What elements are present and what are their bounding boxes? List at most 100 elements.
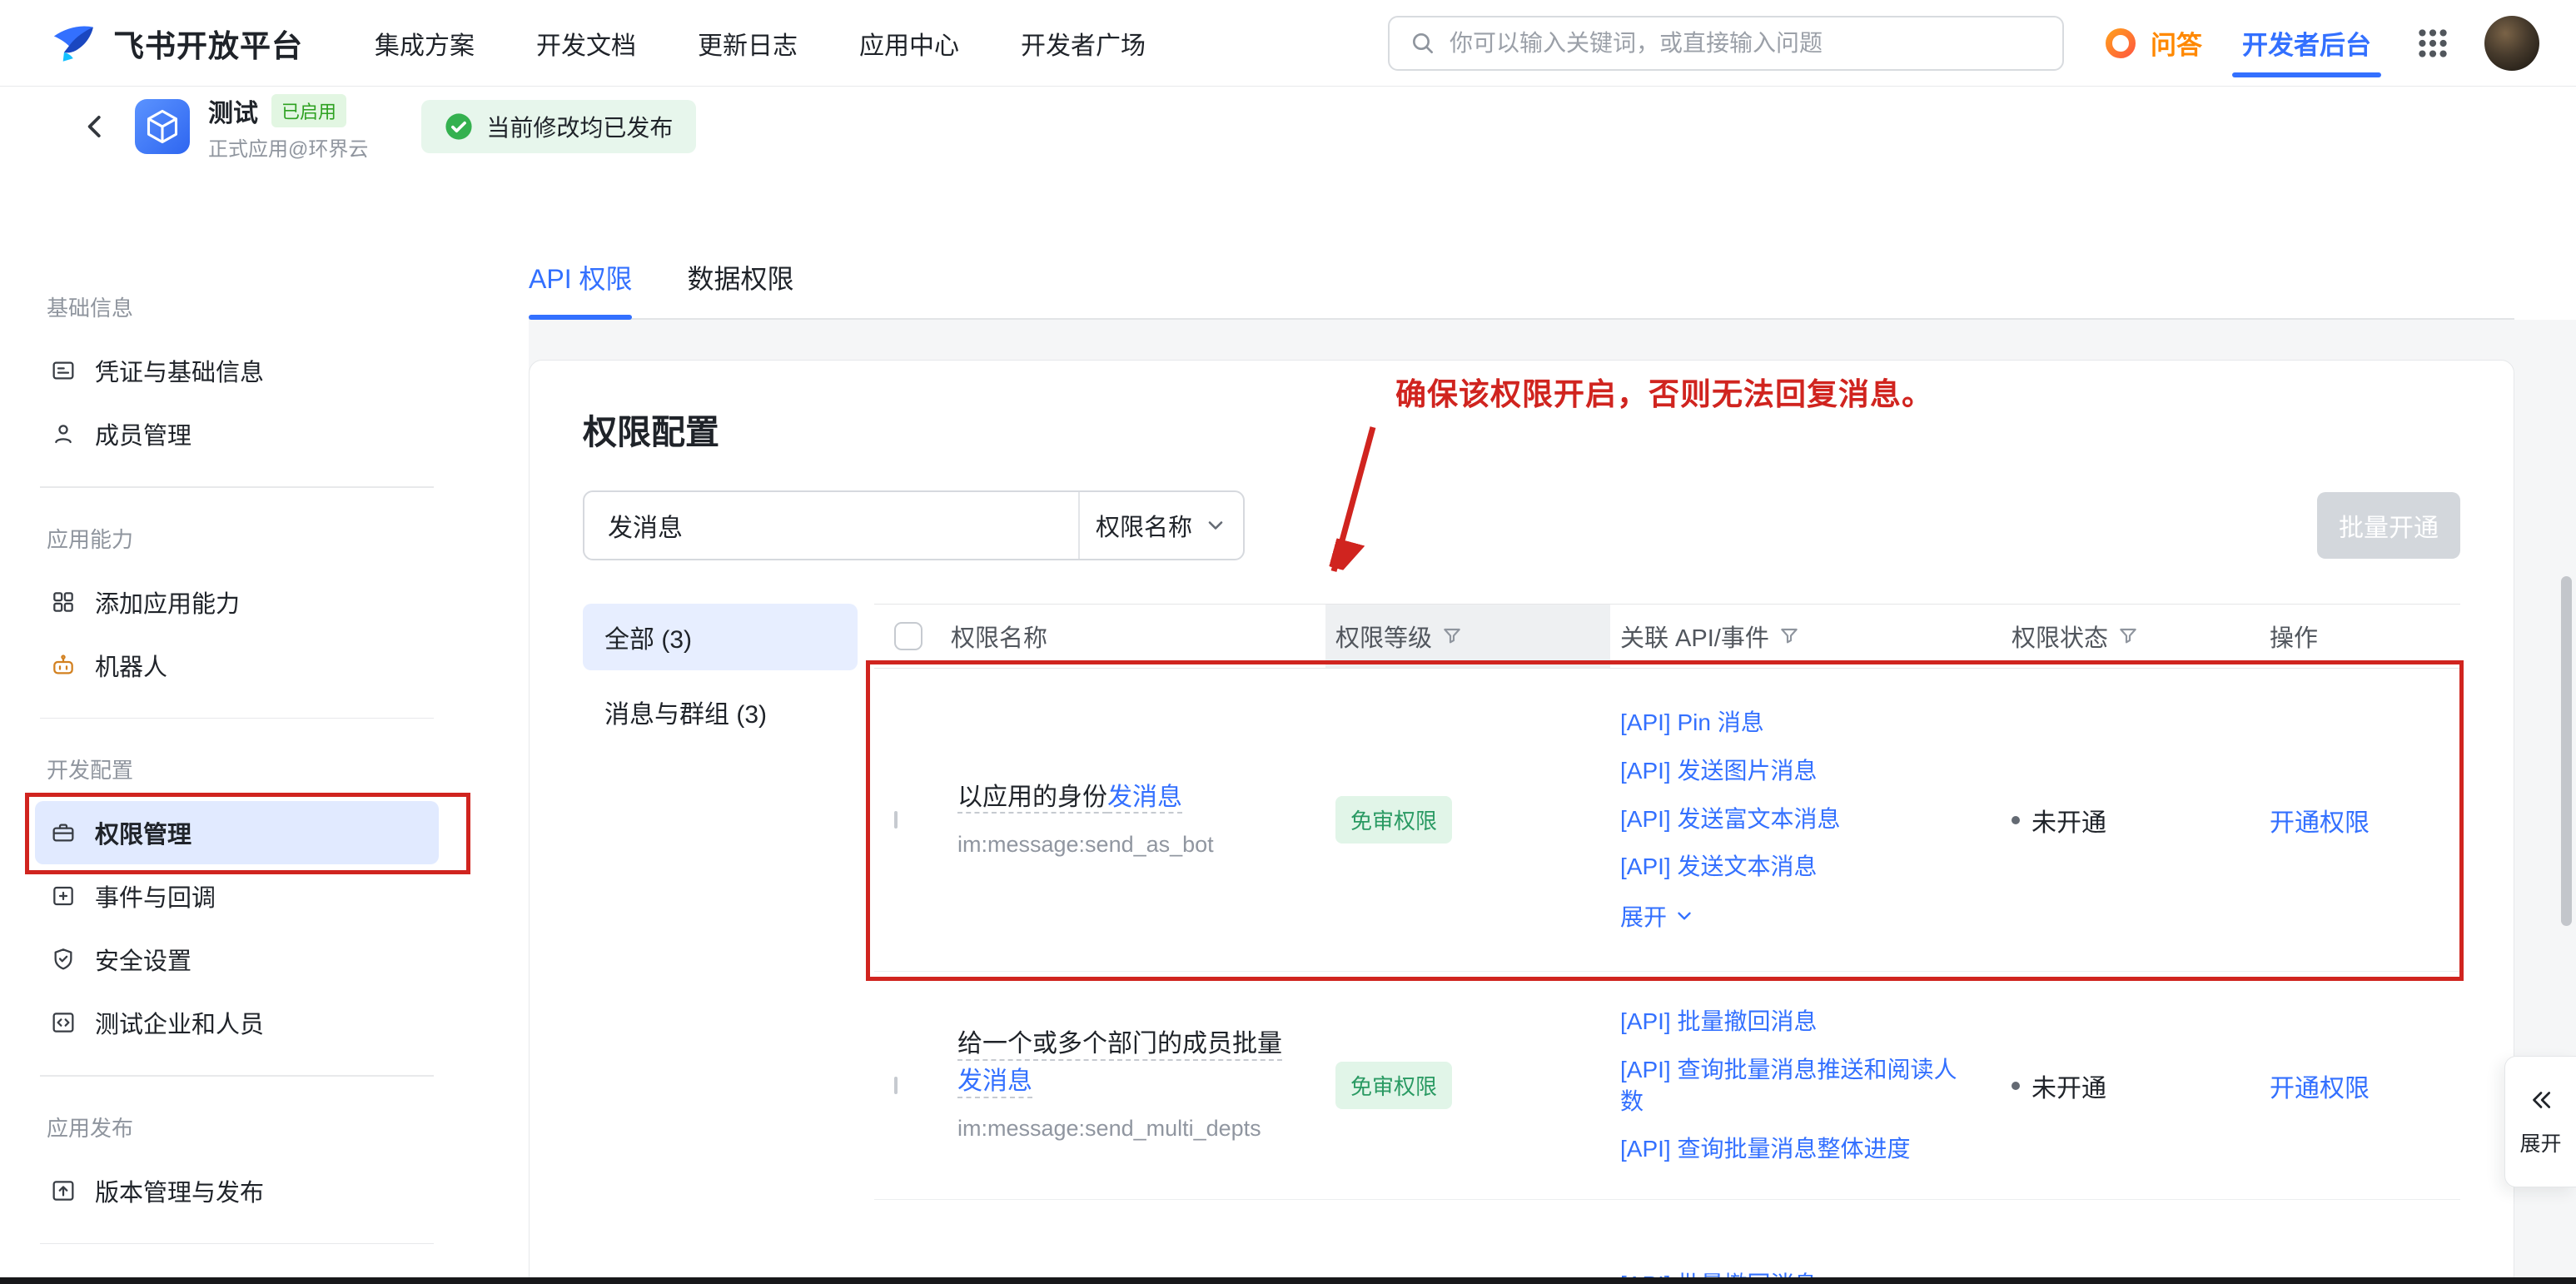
open-permission-link[interactable]: 开通权限: [2258, 809, 2370, 837]
api-link[interactable]: [API] 查询批量消息整体进度: [1620, 1133, 1975, 1165]
qa-label: 问答: [2151, 24, 2202, 62]
qa-icon: [2102, 25, 2139, 62]
square-plus-icon: [50, 883, 77, 909]
user-avatar[interactable]: [2484, 16, 2539, 71]
nav-item-docs[interactable]: 开发文档: [536, 25, 636, 62]
api-link[interactable]: [API] 发送图片消息: [1620, 755, 1975, 787]
filter-icon[interactable]: [1779, 626, 1799, 646]
select-all-checkbox[interactable]: [894, 622, 922, 650]
nav-item-devplaza[interactable]: 开发者广场: [1021, 25, 1146, 62]
sidebar-item-events[interactable]: 事件与回调: [35, 864, 439, 928]
status-cell: 未开通: [2000, 1068, 2258, 1104]
shield-check-icon: [50, 946, 77, 973]
publish-status-pill: 当前修改均已发布: [421, 100, 696, 153]
level-badge: 免审权限: [1335, 796, 1452, 844]
annotation-rect-sidebar: [25, 793, 470, 874]
tab-api-permissions[interactable]: API 权限: [529, 258, 632, 318]
permission-code: im:message:send_as_bot: [957, 828, 1300, 862]
user-icon: [50, 421, 77, 447]
nav-item-appcenter[interactable]: 应用中心: [859, 25, 959, 62]
back-button[interactable]: [77, 108, 113, 145]
qa-link[interactable]: 问答: [2102, 24, 2202, 62]
nav-item-dev-console[interactable]: 开发者后台: [2242, 24, 2371, 62]
app-icon: [135, 99, 190, 154]
sidebar-item-members[interactable]: 成员管理: [35, 402, 439, 465]
annotation-text: 确保该权限开启，否则无法回复消息。: [1395, 369, 1933, 414]
search-field-select[interactable]: 权限名称: [1078, 492, 1243, 559]
category-all[interactable]: 全部 (3): [583, 604, 858, 670]
filter-icon[interactable]: [2118, 626, 2138, 646]
search-icon: [1410, 30, 1436, 57]
top-navbar: 飞书开放平台 集成方案 开发文档 更新日志 应用中心 开发者广场 问答 开发者后…: [0, 0, 2576, 87]
batch-open-button[interactable]: 批量开通: [2317, 492, 2460, 559]
chevron-down-icon: [1204, 514, 1227, 537]
sidebar-item-bot[interactable]: 机器人: [35, 634, 439, 697]
expand-api-list[interactable]: 展开: [1620, 899, 1975, 933]
row-checkbox[interactable]: [894, 811, 898, 829]
robot-icon: [50, 652, 77, 679]
sidebar-item-version-release[interactable]: 版本管理与发布: [35, 1159, 439, 1222]
status-cell: 未开通: [2000, 802, 2258, 839]
category-list: 全部 (3) 消息与群组 (3): [583, 604, 858, 1284]
permission-name[interactable]: 给一个或多个部门的成员批量发消息: [957, 1030, 1282, 1095]
main-content: API 权限 数据权限 权限配置 确保该权限开启，否则无法回复消息。: [470, 167, 2576, 1284]
filter-icon[interactable]: [1442, 626, 1462, 646]
expand-panel-button[interactable]: 展开: [2504, 1056, 2576, 1187]
enabled-badge: 已启用: [271, 94, 346, 127]
permission-search-group: 权限名称: [583, 490, 1245, 560]
sidebar: 基础信息 凭证与基础信息 成员管理 应用能力 添加应用能力: [0, 167, 470, 1284]
grid-icon: [2414, 25, 2451, 62]
sidebar-section-basic: 基础信息: [47, 291, 427, 322]
sidebar-divider: [40, 718, 434, 719]
sidebar-section-capabilities: 应用能力: [47, 523, 427, 554]
api-link[interactable]: [API] 发送富文本消息: [1620, 804, 1975, 835]
table-row: 给一个或多个部门的成员批量发消息 im:message:send_multi_d…: [874, 972, 2460, 1200]
col-api: 关联 API/事件: [1620, 619, 1769, 654]
api-link[interactable]: [API] Pin 消息: [1620, 707, 1975, 739]
global-search-input[interactable]: [1450, 30, 2042, 57]
api-link[interactable]: [API] 发送文本消息: [1620, 851, 1975, 883]
check-circle-icon: [445, 112, 473, 141]
row-checkbox[interactable]: [894, 1077, 898, 1094]
api-link[interactable]: [API] 批量撤回消息: [1620, 1006, 1975, 1038]
code-square-icon: [50, 1009, 77, 1036]
table-header: 权限名称 权限等级 关联 API/事件 权限状态: [874, 604, 2460, 669]
apps-grid-button[interactable]: [2414, 25, 2451, 62]
nav-item-solutions[interactable]: 集成方案: [375, 25, 475, 62]
sidebar-item-security[interactable]: 安全设置: [35, 928, 439, 991]
api-link[interactable]: [API] 查询批量消息推送和阅读人数: [1620, 1054, 1975, 1117]
app-subtitle: 正式应用@环界云: [208, 132, 368, 162]
briefcase-icon: [50, 819, 77, 846]
main-nav: 集成方案 开发文档 更新日志 应用中心 开发者广场: [375, 25, 1146, 62]
global-search[interactable]: [1388, 16, 2064, 71]
grid-plus-icon: [50, 589, 77, 615]
sidebar-item-credentials[interactable]: 凭证与基础信息: [35, 339, 439, 402]
double-chevron-left-icon: [2527, 1086, 2555, 1114]
permission-search-input[interactable]: [584, 511, 1078, 540]
open-permission-link[interactable]: 开通权限: [2258, 1075, 2370, 1102]
sidebar-item-test-org[interactable]: 测试企业和人员: [35, 991, 439, 1054]
status-dot: [2012, 816, 2020, 824]
category-im[interactable]: 消息与群组 (3): [583, 679, 858, 745]
permission-tabs: API 权限 数据权限: [529, 167, 2514, 320]
upload-square-icon: [50, 1177, 77, 1204]
permission-config-card: 权限配置 确保该权限开启，否则无法回复消息。 权限名称: [529, 360, 2514, 1284]
card-area: 权限配置 确保该权限开启，否则无法回复消息。 权限名称: [529, 320, 2576, 1284]
sidebar-divider: [40, 1243, 434, 1245]
col-level: 权限等级: [1335, 619, 1432, 654]
chevron-down-icon: [1673, 905, 1695, 927]
sidebar-item-permissions[interactable]: 权限管理: [35, 801, 439, 864]
sidebar-section-release: 应用发布: [47, 1112, 427, 1142]
permission-name[interactable]: 以应用的身份发消息: [957, 784, 1182, 811]
feishu-logo[interactable]: 飞书开放平台: [50, 19, 303, 67]
sidebar-item-add-capability[interactable]: 添加应用能力: [35, 570, 439, 634]
scrollbar[interactable]: [2561, 576, 2572, 926]
col-action: 操作: [2270, 619, 2318, 654]
window-edge: [0, 1277, 2576, 1284]
tab-data-permissions[interactable]: 数据权限: [687, 258, 793, 318]
publish-status-text: 当前修改均已发布: [486, 110, 673, 143]
permission-code: im:message:send_multi_depts: [957, 1112, 1300, 1146]
brand-name: 飞书开放平台: [113, 21, 303, 66]
col-name: 权限名称: [951, 619, 1047, 654]
nav-item-changelog[interactable]: 更新日志: [698, 25, 798, 62]
